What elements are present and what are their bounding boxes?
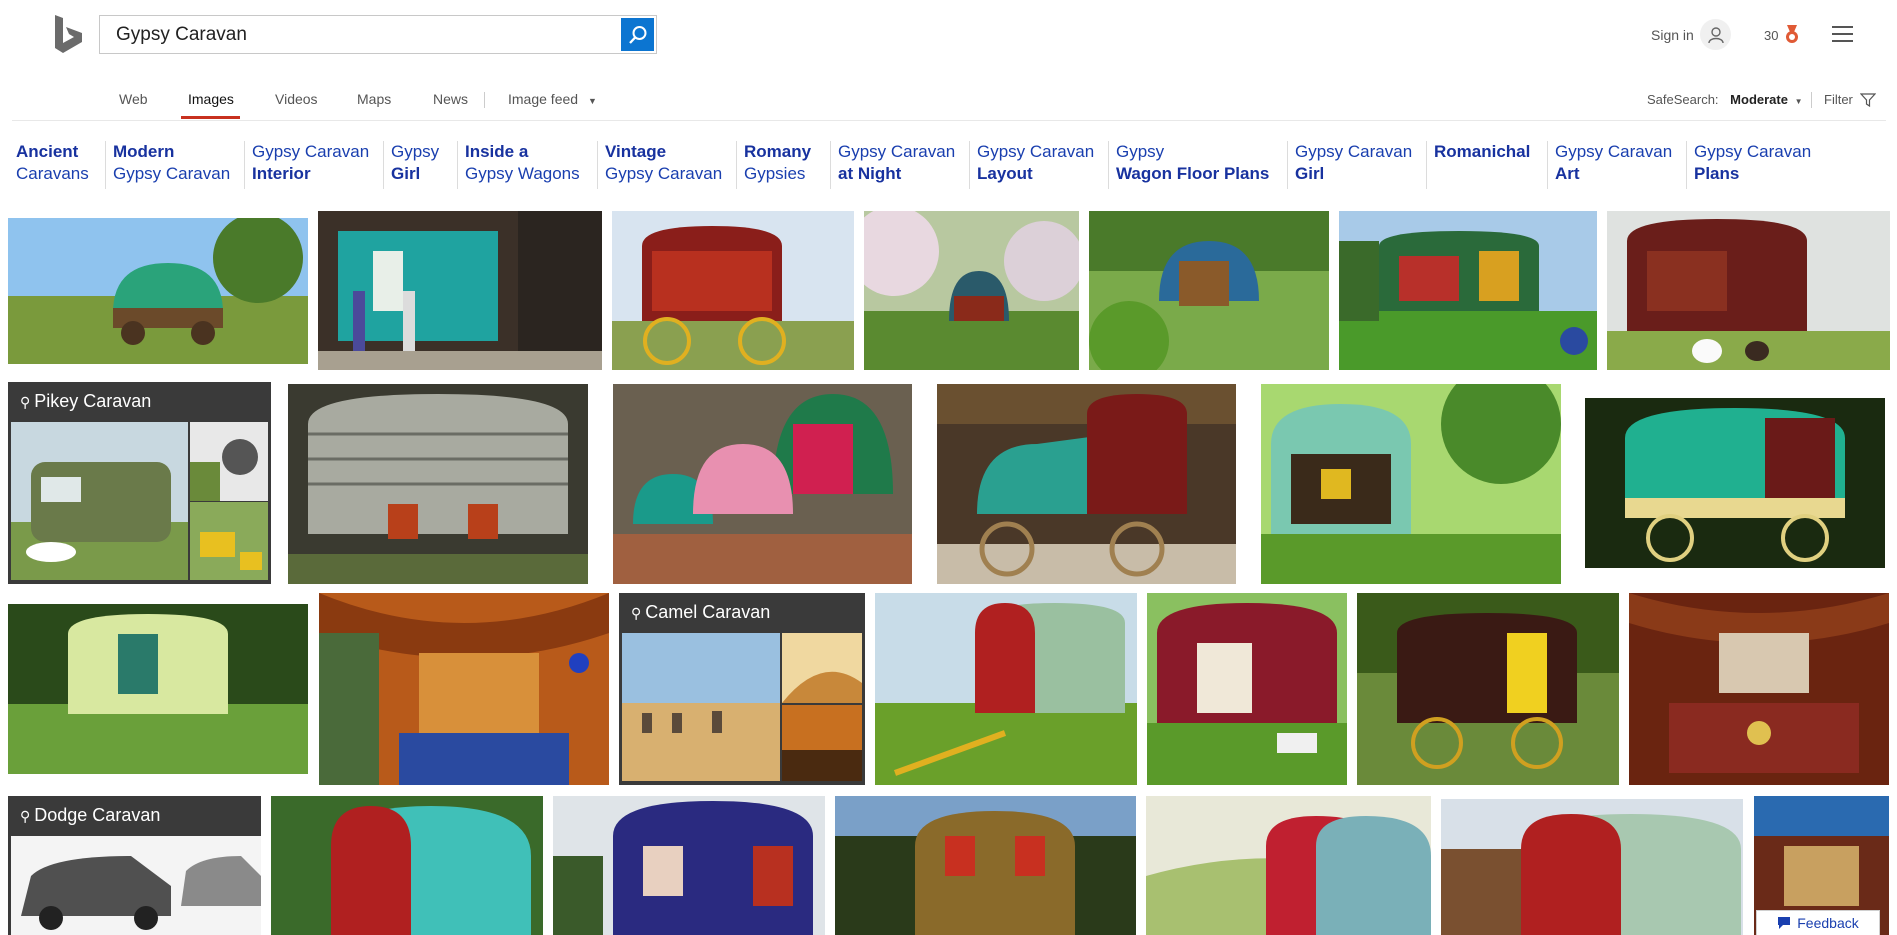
related-chip-gypsy-caravan-layout[interactable]: Gypsy Caravan Layout xyxy=(969,141,1094,189)
active-tab-indicator xyxy=(181,116,240,119)
related-chip-romanichal[interactable]: Romanichal xyxy=(1426,141,1530,189)
hamburger-menu-icon[interactable] xyxy=(1832,26,1853,47)
image-result[interactable] xyxy=(1146,796,1431,935)
related-search-main-image xyxy=(11,836,261,935)
tab-news[interactable]: News xyxy=(433,91,468,107)
related-chip-inside-a-gypsy-wagons[interactable]: Inside a Gypsy Wagons xyxy=(457,141,580,189)
related-chip-romany-gypsies[interactable]: Romany Gypsies xyxy=(736,141,811,189)
related-chip-gypsy-caravan-interior[interactable]: Gypsy Caravan Interior xyxy=(244,141,369,189)
image-result[interactable] xyxy=(8,218,308,364)
tab-image-feed[interactable]: Image feed ▼ xyxy=(508,91,597,107)
image-result[interactable] xyxy=(553,796,825,935)
related-chip-gypsy-girl[interactable]: Gypsy Girl xyxy=(383,141,439,189)
rewards-count[interactable]: 30 xyxy=(1764,28,1778,43)
safesearch-dropdown[interactable]: SafeSearch: Moderate ▼ xyxy=(1647,92,1803,107)
related-search-label: Pikey Caravan xyxy=(34,391,152,411)
related-search-label: Camel Caravan xyxy=(645,602,771,622)
image-result[interactable] xyxy=(1357,593,1619,785)
filter-label: Filter xyxy=(1824,92,1853,107)
search-input[interactable] xyxy=(100,16,610,53)
image-result[interactable] xyxy=(1089,211,1329,370)
image-result[interactable] xyxy=(1147,593,1347,785)
vertical-nav: Web Images Videos Maps News Image feed ▼ xyxy=(0,88,1897,120)
search-icon: ⚲ xyxy=(20,808,31,824)
bing-logo[interactable] xyxy=(52,14,86,54)
image-result[interactable] xyxy=(864,211,1079,370)
related-chip-gypsy-caravan-art[interactable]: Gypsy Caravan Art xyxy=(1547,141,1672,189)
search-button[interactable] xyxy=(621,18,654,51)
tab-videos[interactable]: Videos xyxy=(275,91,318,107)
image-result[interactable] xyxy=(1629,593,1889,785)
image-result[interactable] xyxy=(835,796,1136,935)
related-search-main-image xyxy=(622,633,780,781)
nav-separator xyxy=(484,92,485,108)
image-result[interactable] xyxy=(318,211,602,370)
image-result[interactable] xyxy=(1607,211,1890,370)
tab-web[interactable]: Web xyxy=(119,91,148,107)
image-result[interactable] xyxy=(8,604,308,774)
image-result[interactable] xyxy=(613,384,912,584)
related-chip-gypsy-caravan-girl[interactable]: Gypsy Caravan Girl xyxy=(1287,141,1412,189)
search-icon: ⚲ xyxy=(20,394,31,410)
search-icon: ⚲ xyxy=(631,605,642,621)
user-avatar-icon[interactable] xyxy=(1700,19,1731,50)
filter-button[interactable]: Filter xyxy=(1824,92,1876,108)
image-result[interactable] xyxy=(612,211,854,370)
nav-divider xyxy=(12,120,1886,121)
search-box xyxy=(99,15,657,54)
related-chip-ancient-caravans[interactable]: Ancient Caravans xyxy=(9,141,89,189)
chevron-down-icon: ▼ xyxy=(587,96,597,106)
tab-maps[interactable]: Maps xyxy=(357,91,391,107)
image-result[interactable] xyxy=(319,593,609,785)
related-search-main-image xyxy=(11,422,188,580)
image-result[interactable] xyxy=(1261,384,1561,584)
image-result[interactable] xyxy=(1585,398,1885,568)
related-search-tile-pikey[interactable]: ⚲ Pikey Caravan xyxy=(8,382,271,584)
related-chip-gypsy-wagon-floor-plans[interactable]: Gypsy Wagon Floor Plans xyxy=(1108,141,1269,189)
rewards-medal-icon[interactable] xyxy=(1784,24,1800,49)
feedback-button[interactable]: Feedback xyxy=(1756,910,1880,935)
related-search-tile-camel[interactable]: ⚲ Camel Caravan xyxy=(619,593,865,785)
chevron-down-icon: ▼ xyxy=(1794,97,1803,106)
feedback-icon xyxy=(1778,917,1791,929)
image-feed-label: Image feed xyxy=(508,91,579,107)
feedback-label: Feedback xyxy=(1797,915,1859,931)
related-chip-gypsy-caravan-plans[interactable]: Gypsy Caravan Plans xyxy=(1686,141,1811,189)
tab-images[interactable]: Images xyxy=(188,91,234,107)
separator xyxy=(1811,92,1812,108)
related-search-tile-dodge[interactable]: ⚲ Dodge Caravan xyxy=(8,796,261,935)
image-result[interactable] xyxy=(1339,211,1597,370)
safesearch-label: SafeSearch: xyxy=(1647,92,1719,107)
search-icon xyxy=(628,25,646,44)
safesearch-value: Moderate xyxy=(1730,92,1788,107)
image-result[interactable] xyxy=(875,593,1137,785)
image-result[interactable] xyxy=(1441,799,1743,935)
related-chip-vintage-gypsy-caravan[interactable]: Vintage Gypsy Caravan xyxy=(597,141,722,189)
related-chip-modern-gypsy-caravan[interactable]: Modern Gypsy Caravan xyxy=(105,141,230,189)
image-result[interactable] xyxy=(937,384,1236,584)
related-search-label: Dodge Caravan xyxy=(34,805,161,825)
image-result[interactable] xyxy=(288,384,588,584)
sign-in-link[interactable]: Sign in xyxy=(1651,27,1694,43)
filter-icon xyxy=(1859,93,1876,108)
related-chip-gypsy-caravan-at-night[interactable]: Gypsy Caravan at Night xyxy=(830,141,955,189)
image-result[interactable] xyxy=(271,796,543,935)
